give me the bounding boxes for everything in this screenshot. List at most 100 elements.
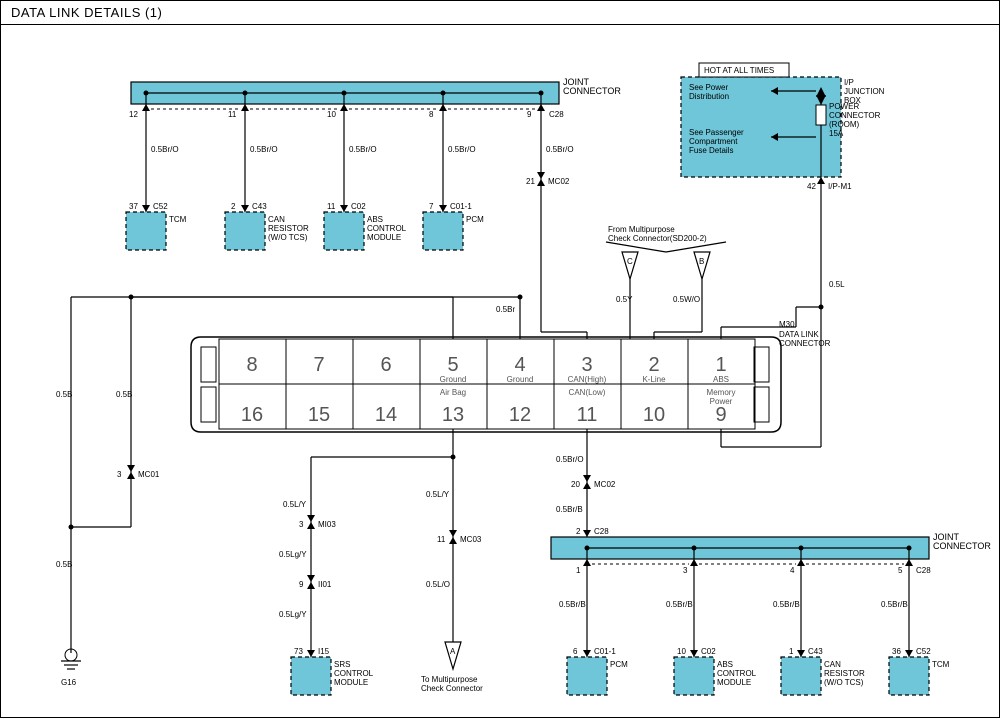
pcm-box: PCM xyxy=(466,215,484,224)
svg-text:B: B xyxy=(699,257,704,266)
svg-text:PCM: PCM xyxy=(610,660,628,669)
joint-top-label: JOINTCONNECTOR xyxy=(563,77,621,96)
svg-text:4: 4 xyxy=(790,566,795,575)
svg-text:0.5Br/B: 0.5Br/B xyxy=(881,600,908,609)
tcm-box: TCM xyxy=(169,215,187,224)
srs-box: SRSCONTROLMODULE xyxy=(334,660,374,687)
svg-text:POWERCONNECTOR(ROOM)15A: POWERCONNECTOR(ROOM)15A xyxy=(829,102,881,138)
svg-text:20: 20 xyxy=(571,480,580,489)
svg-text:0.5Br/B: 0.5Br/B xyxy=(773,600,800,609)
svg-text:10: 10 xyxy=(643,404,665,426)
svg-text:8: 8 xyxy=(246,354,257,376)
svg-text:1: 1 xyxy=(715,354,726,376)
svg-text:CAN(High): CAN(High) xyxy=(568,375,607,384)
svg-text:3: 3 xyxy=(117,470,122,479)
svg-text:HOT AT ALL TIMES: HOT AT ALL TIMES xyxy=(704,66,774,75)
svg-text:II01: II01 xyxy=(318,580,332,589)
svg-text:0.5B: 0.5B xyxy=(116,390,132,399)
svg-text:3: 3 xyxy=(581,354,592,376)
svg-text:TCM: TCM xyxy=(932,660,950,669)
svg-text:C28: C28 xyxy=(916,566,931,575)
svg-text:0.5W/O: 0.5W/O xyxy=(673,295,700,304)
svg-text:MC02: MC02 xyxy=(594,480,616,489)
svg-text:0.5Br/O: 0.5Br/O xyxy=(556,455,584,464)
svg-text:3: 3 xyxy=(683,566,688,575)
svg-text:C01-1: C01-1 xyxy=(450,202,472,211)
svg-text:C43: C43 xyxy=(252,202,267,211)
svg-text:A: A xyxy=(450,647,456,656)
svg-text:C: C xyxy=(627,257,633,266)
svg-text:0.5Br/O: 0.5Br/O xyxy=(546,145,574,154)
svg-text:CANRESISTOR(W/O TCS): CANRESISTOR(W/O TCS) xyxy=(824,660,865,687)
svg-text:9: 9 xyxy=(715,404,726,426)
svg-text:7: 7 xyxy=(429,202,434,211)
svg-text:2: 2 xyxy=(576,527,581,536)
svg-text:C52: C52 xyxy=(916,647,931,656)
svg-text:0.5Lg/Y: 0.5Lg/Y xyxy=(279,550,307,559)
svg-text:12: 12 xyxy=(129,110,138,119)
svg-text:13: 13 xyxy=(442,404,464,426)
svg-text:1: 1 xyxy=(576,566,581,575)
svg-text:MC02: MC02 xyxy=(548,177,570,186)
svg-text:0.5Br: 0.5Br xyxy=(496,305,515,314)
svg-text:0.5Br/B: 0.5Br/B xyxy=(559,600,586,609)
svg-text:C43: C43 xyxy=(808,647,823,656)
svg-text:7: 7 xyxy=(313,354,324,376)
svg-text:9: 9 xyxy=(299,580,304,589)
svg-text:12: 12 xyxy=(509,404,531,426)
svg-text:0.5B: 0.5B xyxy=(56,560,72,569)
svg-text:16: 16 xyxy=(241,404,263,426)
svg-text:6: 6 xyxy=(380,354,391,376)
svg-text:3: 3 xyxy=(299,520,304,529)
svg-text:Air Bag: Air Bag xyxy=(440,388,466,397)
svg-text:See PowerDistribution: See PowerDistribution xyxy=(689,83,729,101)
svg-text:2: 2 xyxy=(648,354,659,376)
svg-text:0.5Br/O: 0.5Br/O xyxy=(250,145,278,154)
svg-text:0.5Br/O: 0.5Br/O xyxy=(151,145,179,154)
svg-text:14: 14 xyxy=(375,404,397,426)
svg-text:0.5Br/O: 0.5Br/O xyxy=(448,145,476,154)
joint-bot-label: JOINTCONNECTOR xyxy=(933,532,991,551)
svg-text:11: 11 xyxy=(577,404,598,426)
svg-text:9: 9 xyxy=(527,110,532,119)
svg-text:11: 11 xyxy=(437,535,446,544)
svg-text:ABSCONTROLMODULE: ABSCONTROLMODULE xyxy=(717,660,757,687)
page-title: DATA LINK DETAILS (1) xyxy=(1,1,999,25)
svg-text:0.5Br/O: 0.5Br/O xyxy=(349,145,377,154)
svg-text:37: 37 xyxy=(129,202,138,211)
svg-text:0.5L/Y: 0.5L/Y xyxy=(426,490,450,499)
dlc-label: DATA LINKCONNECTOR xyxy=(779,330,831,348)
svg-text:11: 11 xyxy=(228,110,237,119)
svg-text:73: 73 xyxy=(294,647,303,656)
svg-text:0.5B: 0.5B xyxy=(56,390,72,399)
svg-text:G16: G16 xyxy=(61,678,77,687)
svg-text:0.5Br/B: 0.5Br/B xyxy=(556,505,583,514)
svg-text:0.5Y: 0.5Y xyxy=(616,295,633,304)
svg-text:5: 5 xyxy=(898,566,903,575)
svg-text:0.5Br/B: 0.5Br/B xyxy=(666,600,693,609)
svg-text:11: 11 xyxy=(327,202,336,211)
svg-text:To MultipurposeCheck Connector: To MultipurposeCheck Connector xyxy=(421,675,483,693)
svg-text:Ground: Ground xyxy=(440,375,467,384)
svg-text:1: 1 xyxy=(789,647,794,656)
svg-text:0.5Lg/Y: 0.5Lg/Y xyxy=(279,610,307,619)
svg-text:42: 42 xyxy=(807,182,816,191)
svg-text:MC03: MC03 xyxy=(460,535,482,544)
svg-text:From MultipurposeCheck Connect: From MultipurposeCheck Connector(SD200-2… xyxy=(608,225,707,243)
svg-text:C28: C28 xyxy=(549,110,564,119)
can-resistor-box: CANRESISTOR(W/O TCS) xyxy=(268,215,309,242)
svg-text:I/P-M1: I/P-M1 xyxy=(828,182,852,191)
abs-box: ABSCONTROLMODULE xyxy=(367,215,407,242)
svg-text:MemoryPower: MemoryPower xyxy=(707,388,736,406)
svg-text:6: 6 xyxy=(573,647,578,656)
svg-text:0.5L: 0.5L xyxy=(829,280,845,289)
svg-text:0.5L/Y: 0.5L/Y xyxy=(283,500,307,509)
svg-text:CAN(Low): CAN(Low) xyxy=(569,388,606,397)
svg-text:MI03: MI03 xyxy=(318,520,336,529)
svg-text:4: 4 xyxy=(514,354,525,376)
dlc-cells: 8 7 6 5Ground 4Ground 3CAN(High) 2K-Line… xyxy=(219,339,755,429)
svg-text:5: 5 xyxy=(447,354,458,376)
svg-text:C01-1: C01-1 xyxy=(594,647,616,656)
svg-text:C52: C52 xyxy=(153,202,168,211)
svg-text:36: 36 xyxy=(892,647,901,656)
